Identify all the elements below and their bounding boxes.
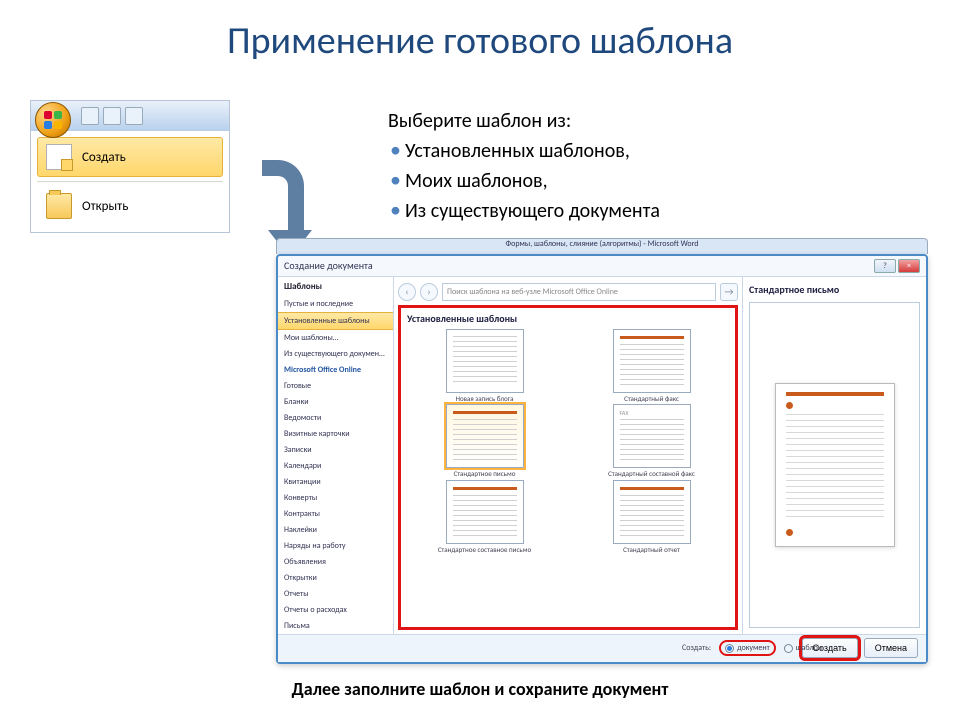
- category-item[interactable]: Записки: [278, 442, 393, 458]
- office-button-icon[interactable]: [35, 102, 71, 138]
- new-document-dialog: Создание документа ? × Шаблоны Пустые и …: [276, 254, 928, 664]
- category-item-installed[interactable]: Установленные шаблоны: [278, 312, 393, 330]
- create-as-radio-group: Создать: документ шаблон: [682, 640, 822, 656]
- redo-icon[interactable]: [125, 107, 143, 125]
- category-item[interactable]: Объявления: [278, 554, 393, 570]
- menu-item-label: Открыть: [82, 199, 128, 214]
- nav-back-icon[interactable]: ‹: [398, 283, 416, 301]
- template-category-list: Шаблоны Пустые и последние Установленные…: [278, 277, 394, 634]
- category-item[interactable]: Квитанции: [278, 474, 393, 490]
- radio-template[interactable]: шаблон: [784, 643, 822, 653]
- instruction-item: Моих шаблонов,: [390, 165, 660, 195]
- help-button[interactable]: ?: [874, 259, 896, 273]
- category-item[interactable]: Мои шаблоны…: [278, 330, 393, 346]
- dialog-title: Создание документа: [284, 259, 373, 272]
- gallery-title: Установленные шаблоны: [407, 312, 729, 325]
- template-label: Стандартный составной факс: [574, 470, 729, 478]
- category-item[interactable]: Наряды на работу: [278, 538, 393, 554]
- template-label: Стандартный факс: [574, 395, 729, 403]
- category-item[interactable]: Визитные карточки: [278, 426, 393, 442]
- office-menu-snippet: Создать Открыть: [30, 100, 230, 233]
- template-search-input[interactable]: Поиск шаблона на веб-узле Microsoft Offi…: [442, 283, 716, 301]
- template-gallery-panel: ‹ › Поиск шаблона на веб-узле Microsoft …: [394, 277, 742, 634]
- category-item[interactable]: Отчеты о расходах: [278, 602, 393, 618]
- search-go-icon[interactable]: →: [720, 283, 738, 301]
- undo-icon[interactable]: [103, 107, 121, 125]
- radio-document[interactable]: документ: [725, 643, 770, 653]
- category-item[interactable]: Письма: [278, 618, 393, 634]
- nav-forward-icon[interactable]: ›: [420, 283, 438, 301]
- template-item[interactable]: FAX Стандартный составной факс: [574, 404, 729, 478]
- category-section-online[interactable]: Microsoft Office Online: [278, 362, 393, 378]
- gallery-highlight-box: Установленные шаблоны Новая запись блога…: [398, 305, 738, 630]
- slide-title: Применение готового шаблона: [0, 0, 960, 72]
- category-item[interactable]: Отчеты: [278, 586, 393, 602]
- category-header: Шаблоны: [278, 277, 393, 296]
- category-item[interactable]: Пустые и последние: [278, 296, 393, 312]
- category-item[interactable]: Ведомости: [278, 410, 393, 426]
- category-item[interactable]: Открытки: [278, 570, 393, 586]
- category-item[interactable]: Наклейки: [278, 522, 393, 538]
- template-item[interactable]: Стандартный отчет: [574, 480, 729, 554]
- instruction-item: Из существующего документа: [390, 195, 660, 225]
- instruction-item: Установленных шаблонов,: [390, 135, 660, 165]
- instructions-text: Выберите шаблон из: Установленных шаблон…: [388, 108, 660, 225]
- template-item[interactable]: Стандартное составное письмо: [407, 480, 562, 554]
- template-item[interactable]: Стандартный факс: [574, 329, 729, 403]
- menu-item-open[interactable]: Открыть: [37, 186, 223, 226]
- quick-access-toolbar: [31, 101, 229, 131]
- category-item[interactable]: Конверты: [278, 490, 393, 506]
- menu-item-label: Создать: [82, 150, 126, 165]
- new-document-icon: [46, 144, 72, 170]
- template-label: Стандартное составное письмо: [407, 546, 562, 554]
- dialog-titlebar: Создание документа ? ×: [278, 256, 926, 276]
- template-label: Стандартный отчет: [574, 546, 729, 554]
- menu-divider: [37, 181, 223, 182]
- category-item[interactable]: Бланки: [278, 394, 393, 410]
- template-label: Новая запись блога: [407, 395, 562, 403]
- dialog-footer: Создать: документ шаблон Создать Отмена: [278, 634, 926, 662]
- folder-open-icon: [46, 193, 72, 219]
- menu-item-create[interactable]: Создать: [37, 137, 223, 177]
- category-item[interactable]: Из существующего документа…: [278, 346, 393, 362]
- category-item[interactable]: Контракты: [278, 506, 393, 522]
- category-item[interactable]: Календари: [278, 458, 393, 474]
- footer-instruction: Далее заполните шаблон и сохраните докум…: [0, 678, 960, 700]
- preview-title: Стандартное письмо: [749, 283, 920, 296]
- word-window-title: Формы, шаблоны, слияние (алгоритмы) - Mi…: [276, 238, 928, 254]
- cancel-button[interactable]: Отмена: [864, 638, 918, 658]
- category-item[interactable]: Готовые: [278, 378, 393, 394]
- close-button[interactable]: ×: [898, 259, 920, 273]
- instructions-lead: Выберите шаблон из:: [388, 108, 660, 135]
- save-icon[interactable]: [81, 107, 99, 125]
- preview-thumbnail: [749, 302, 920, 628]
- radio-group-label: Создать:: [682, 643, 711, 653]
- template-item[interactable]: Новая запись блога: [407, 329, 562, 403]
- template-preview-panel: Стандартное письмо: [742, 277, 926, 634]
- template-item-selected[interactable]: Стандартное письмо: [407, 404, 562, 478]
- template-label: Стандартное письмо: [407, 470, 562, 478]
